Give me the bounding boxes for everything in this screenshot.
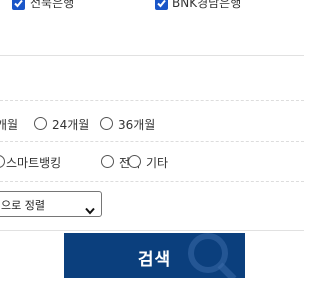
period-radio-group: 개월 24개월 36개월 xyxy=(0,115,304,133)
channel-radio-group: 스마트뱅킹 전화 기타 xyxy=(0,153,304,171)
period-radio-24[interactable] xyxy=(34,117,47,130)
channel-radio-smartbanking[interactable] xyxy=(0,155,5,168)
bank-option-jeonbuk[interactable]: 전북은행 xyxy=(0,0,140,14)
period-radio-36[interactable] xyxy=(100,117,113,130)
period-option-label[interactable]: 36개월 xyxy=(118,116,155,133)
period-option-label[interactable]: 24개월 xyxy=(52,116,89,133)
period-option-label[interactable]: 개월 xyxy=(0,116,18,133)
checkbox-checked-icon[interactable] xyxy=(12,0,25,10)
divider xyxy=(0,100,304,101)
checkbox-checked-icon[interactable] xyxy=(155,0,168,10)
divider xyxy=(0,141,304,142)
sort-select-value: 으로 정렬 xyxy=(1,199,45,212)
divider xyxy=(0,230,304,231)
channel-option-label[interactable]: 기타 xyxy=(146,154,168,171)
bank-label: BNK경남은행 xyxy=(172,0,242,10)
channel-option-label[interactable]: 스마트뱅킹 xyxy=(6,154,61,171)
bank-label: 전북은행 xyxy=(30,0,75,10)
search-button[interactable]: 검색 xyxy=(64,233,245,278)
channel-radio-etc[interactable] xyxy=(128,155,141,168)
divider xyxy=(0,181,304,182)
bank-checkbox-row: 전북은행 BNK경남은행 xyxy=(0,0,304,14)
chevron-down-icon xyxy=(85,200,95,219)
channel-radio-phone[interactable] xyxy=(101,155,114,168)
search-button-label: 검색 xyxy=(137,250,172,270)
sort-select[interactable]: 으로 정렬 xyxy=(0,191,102,217)
divider xyxy=(0,55,304,56)
bank-option-bnk-kyongnam[interactable]: BNK경남은행 xyxy=(150,0,300,14)
